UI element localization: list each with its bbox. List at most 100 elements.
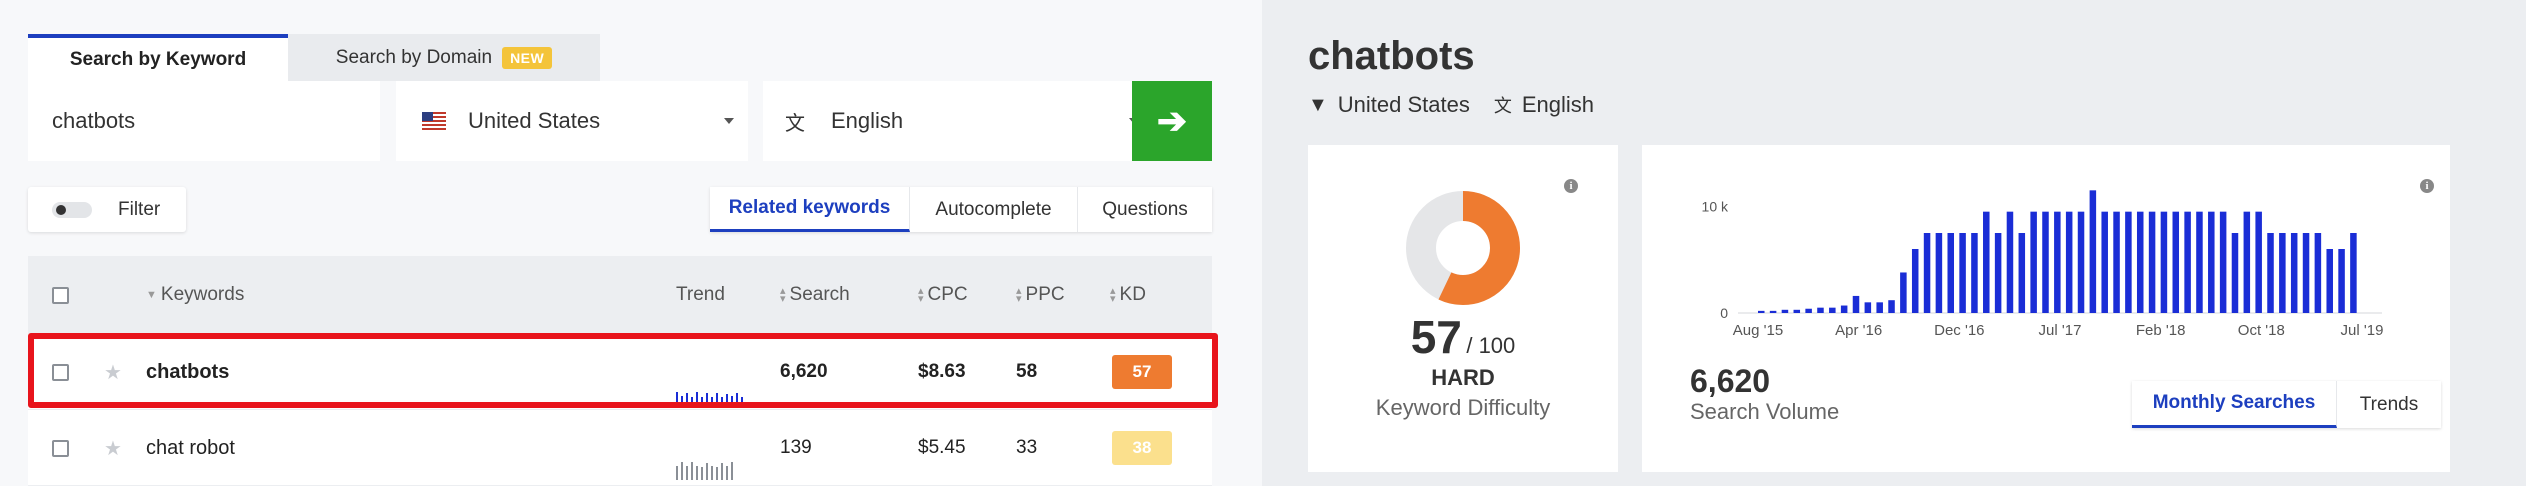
chart-bar[interactable] (1817, 307, 1824, 313)
tab-autocomplete[interactable]: Autocomplete (910, 187, 1078, 232)
chart-bar[interactable] (2125, 211, 2132, 313)
chart-bar[interactable] (2148, 211, 2156, 313)
table-row[interactable]: ★ chat robot 139 $5.45 33 38 (28, 410, 1212, 486)
info-icon[interactable]: i (1564, 179, 1578, 193)
search-volume-value: 6,620 (1690, 363, 1771, 399)
chart-bar[interactable] (2208, 211, 2215, 313)
location-value: United States (468, 108, 601, 133)
column-header-keywords[interactable]: ▼ Keywords (146, 256, 244, 334)
tab-questions[interactable]: Questions (1078, 187, 1212, 232)
trend-bar (701, 397, 703, 404)
chart-bar[interactable] (1793, 309, 1801, 313)
chart-bar[interactable] (1994, 233, 2002, 313)
translate-icon: 文 (1493, 96, 1512, 116)
chart-bar[interactable] (1959, 233, 1966, 313)
chart-bar[interactable] (1947, 233, 1955, 313)
star-icon[interactable]: ★ (104, 360, 122, 385)
chart-bar[interactable] (2255, 211, 2262, 313)
table-row[interactable]: ★ chatbots 6,620 $8.63 58 57 (28, 334, 1212, 410)
search-submit-button[interactable]: ➔ (1132, 81, 1212, 161)
chart-bar[interactable] (1983, 211, 1990, 313)
chart-bar[interactable] (2196, 211, 2203, 313)
chart-bar[interactable] (1911, 249, 1919, 313)
sort-icon: ▴ ▾ (1110, 285, 1116, 305)
tab-monthly-searches[interactable]: Monthly Searches (2132, 381, 2337, 428)
chart-bar[interactable] (1971, 233, 1978, 313)
chart-bar[interactable] (2042, 211, 2049, 313)
chart-bar[interactable] (2279, 233, 2286, 313)
column-header-kd[interactable]: ▴ ▾ KD (1110, 256, 1146, 334)
sort-icon: ▴ ▾ (780, 285, 786, 305)
chart-bar[interactable] (2101, 211, 2108, 313)
chart-bar[interactable] (1852, 295, 1860, 313)
chart-bar[interactable] (2350, 233, 2357, 313)
chart-bar[interactable] (1888, 300, 1895, 313)
chart-bar[interactable] (2338, 249, 2345, 313)
tab-related-keywords[interactable]: Related keywords (710, 187, 910, 232)
chart-bar[interactable] (1781, 309, 1789, 313)
chart-bar[interactable] (2219, 211, 2227, 313)
chart-bar[interactable] (2302, 233, 2310, 313)
chart-bar[interactable] (1923, 233, 1931, 313)
keyword-difficulty-card: i 57 / 100 HARD Keyword Difficulty (1308, 145, 1618, 472)
chart-bar[interactable] (2136, 211, 2144, 313)
chart-bar[interactable] (1829, 307, 1836, 313)
row-checkbox[interactable] (52, 363, 69, 381)
select-all-checkbox[interactable] (52, 286, 69, 304)
keyword-cell[interactable]: chat robot (146, 410, 235, 486)
x-tick-label: Oct '18 (2238, 322, 2285, 339)
column-header-cpc[interactable]: ▴ ▾ CPC (918, 256, 968, 334)
chart-bar[interactable] (2089, 190, 2097, 313)
trend-bar (721, 463, 723, 480)
chart-bar[interactable] (2160, 211, 2168, 313)
filter-label: Filter (118, 198, 161, 220)
chart-bar[interactable] (2184, 211, 2191, 313)
chart-bar[interactable] (2231, 233, 2239, 313)
row-checkbox[interactable] (52, 439, 69, 457)
chart-bar[interactable] (1876, 302, 1883, 313)
chart-bar[interactable] (2290, 233, 2298, 313)
sort-icon: ▴ ▾ (1016, 285, 1022, 305)
chart-bar[interactable] (1900, 272, 1907, 313)
tab-search-by-domain[interactable]: Search by Domain NEW (288, 34, 600, 81)
location-select[interactable]: United States (396, 81, 748, 161)
chart-bar[interactable] (1840, 305, 1848, 313)
chart-bar[interactable] (1769, 310, 1777, 313)
tab-search-by-keyword[interactable]: Search by Keyword (28, 34, 288, 81)
chart-bar[interactable] (2006, 211, 2014, 313)
kd-score-max: / 100 (1466, 333, 1516, 358)
chart-bar[interactable] (2018, 233, 2026, 313)
chart-bar[interactable] (2113, 211, 2120, 313)
ppc-cell: 58 (1016, 361, 1038, 382)
filter-toggle[interactable] (52, 201, 92, 218)
info-icon[interactable]: i (2420, 179, 2434, 193)
search-volume-label: Search Volume (1690, 399, 1840, 424)
keyword-search-input[interactable] (28, 81, 380, 161)
chart-bar[interactable] (2326, 249, 2333, 313)
chart-bar[interactable] (2267, 233, 2274, 313)
tab-trends[interactable]: Trends (2337, 381, 2441, 428)
cpc-cell: $8.63 (918, 361, 966, 382)
star-icon[interactable]: ★ (104, 436, 122, 461)
chart-bar[interactable] (2172, 211, 2180, 313)
filter-button[interactable]: Filter (28, 187, 186, 232)
language-select[interactable]: 文 English (763, 81, 1153, 161)
chart-bar[interactable] (2030, 211, 2037, 313)
favorite-star-cell: ★ (104, 410, 122, 486)
column-header-ppc[interactable]: ▴ ▾ PPC (1016, 256, 1065, 334)
chart-bar[interactable] (1864, 302, 1872, 313)
chart-bar[interactable] (1758, 310, 1765, 313)
column-header-search[interactable]: ▴ ▾ Search (780, 256, 850, 334)
tab-label: Search by Domain (335, 46, 493, 68)
trend-bar (686, 466, 688, 480)
chart-bar[interactable] (2054, 211, 2061, 313)
chart-bar[interactable] (2243, 211, 2251, 313)
chart-bar[interactable] (2077, 211, 2085, 313)
trend-bar (676, 392, 678, 404)
chart-bar[interactable] (2314, 233, 2322, 313)
chart-bar[interactable] (1805, 308, 1812, 313)
x-tick-label: Jul '17 (2039, 322, 2082, 339)
keyword-cell[interactable]: chatbots (146, 334, 229, 410)
chart-bar[interactable] (2065, 211, 2073, 313)
chart-bar[interactable] (1935, 233, 1943, 313)
